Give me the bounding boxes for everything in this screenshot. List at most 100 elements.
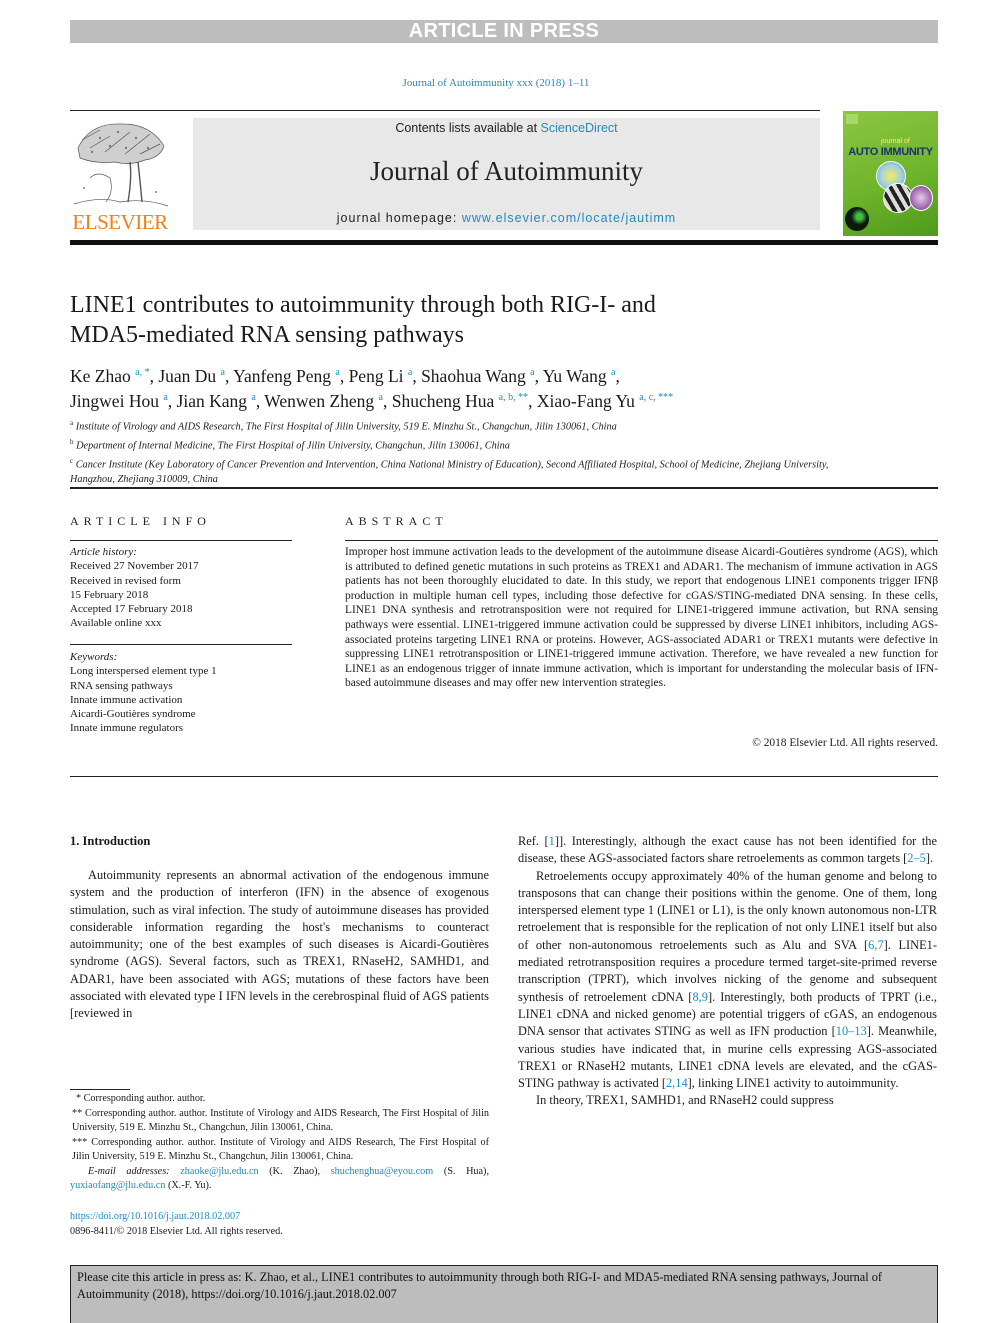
citation-link[interactable]: 2–5	[907, 851, 926, 865]
sciencedirect-link[interactable]: ScienceDirect	[541, 121, 618, 135]
header-top-rule	[70, 110, 820, 111]
cover-title: AUTO IMMUNITY	[848, 146, 933, 158]
history-label: Article history:	[70, 546, 137, 558]
citation-link[interactable]: 6,7	[868, 938, 884, 952]
author-line-2: Jingwei Hou a, Jian Kang a, Wenwen Zheng…	[70, 390, 674, 411]
cover-elsevier-mark	[846, 114, 858, 124]
email-label: E-mail addresses:	[88, 1165, 170, 1177]
affiliation-item: c Cancer Institute (Key Laboratory of Ca…	[70, 454, 830, 488]
footnote-rule	[70, 1089, 130, 1090]
journal-name: Journal of Autoimmunity	[370, 156, 643, 186]
author-name[interactable]: Wenwen Zheng	[264, 391, 374, 411]
keyword-item: Aicardi-Goutières syndrome	[70, 708, 196, 721]
text-run: ], linking LINE1 activity to autoimmunit…	[687, 1076, 899, 1091]
intro-paragraph-1: Autoimmunity represents an abnormal acti…	[70, 868, 489, 1021]
author-name[interactable]: Shaohua Wang	[421, 366, 526, 386]
citation-box: Please cite this article in press as: K.…	[70, 1265, 938, 1323]
elsevier-tree-icon	[70, 118, 170, 210]
text-run: ].	[925, 851, 934, 866]
journal-cover-image: journal of AUTO IMMUNITY	[843, 111, 938, 236]
abstract-bottom-rule	[70, 776, 938, 777]
author-name[interactable]: Yanfeng Peng	[233, 366, 331, 386]
history-item: Received in revised form	[70, 574, 181, 587]
cover-micrograph-4	[845, 207, 869, 231]
contents-available-line: Contents lists available at ScienceDirec…	[193, 121, 820, 135]
author-name[interactable]: Juan Du	[158, 366, 216, 386]
history-item: Accepted 17 February 2018	[70, 603, 193, 616]
keyword-item: Innate immune regulators	[70, 722, 184, 735]
history-item: 15 February 2018	[70, 588, 149, 601]
author-name[interactable]: Jian Kang	[177, 391, 247, 411]
email-link[interactable]: yuxiaofang@jlu.edu.cn	[70, 1180, 165, 1191]
footnote-emails: E-mail addresses: zhaoke@jlu.edu.cn (K. …	[70, 1165, 489, 1194]
author-affil-sup[interactable]: a, *	[135, 367, 149, 378]
cover-micrograph-3	[909, 185, 933, 211]
author-name[interactable]: Yu Wang	[543, 366, 607, 386]
author-name[interactable]: Xiao-Fang Yu	[537, 391, 635, 411]
text-run: Ref. [	[518, 834, 549, 848]
abstract-text: Improper host immune activation leads to…	[345, 546, 938, 690]
abstract-copyright: © 2018 Elsevier Ltd. All rights reserved…	[752, 737, 938, 749]
author-name[interactable]: Jingwei Hou	[70, 391, 159, 411]
history-item: Available online xxx	[70, 617, 162, 630]
journal-header-box: Contents lists available at ScienceDirec…	[193, 118, 820, 230]
homepage-link[interactable]: www.elsevier.com/locate/jautimm	[462, 211, 676, 225]
author-affil-sup[interactable]: a, c, ***	[639, 392, 673, 403]
citation-link[interactable]: 2,14	[666, 1076, 688, 1090]
author-name[interactable]: Ke Zhao	[70, 366, 131, 386]
abstract-heading: ABSTRACT	[345, 514, 448, 528]
author-line-1: Ke Zhao a, *, Juan Du a, Yanfeng Peng a,…	[70, 365, 620, 386]
homepage-prefix: journal homepage:	[336, 211, 462, 225]
footnotes: * Corresponding author. author. ** Corre…	[70, 1092, 489, 1194]
doi-link[interactable]: https://doi.org/10.1016/j.jaut.2018.02.0…	[70, 1211, 240, 1222]
article-in-press-banner: ARTICLE IN PRESS	[70, 20, 938, 43]
keyword-item: RNA sensing pathways	[70, 679, 173, 692]
intro-paragraph-1-continued: Ref. [1]]. Interestingly, although the e…	[518, 833, 937, 868]
author-list: Ke Zhao a, *, Juan Du a, Yanfeng Peng a,…	[70, 362, 850, 412]
footnote-corresponding-3: *** Corresponding author. author. Instit…	[72, 1136, 489, 1163]
author-affil-sup[interactable]: a	[379, 392, 383, 403]
author-affil-sup[interactable]: a	[335, 367, 339, 378]
affiliation-text: Institute of Virology and AIDS Research,…	[75, 421, 617, 433]
elsevier-logo: ELSEVIER	[70, 118, 170, 236]
author-affil-sup[interactable]: a	[408, 367, 412, 378]
author-affil-sup[interactable]: a, b, **	[499, 392, 528, 403]
affiliation-key: a	[70, 419, 74, 427]
cover-journal-of: journal of	[881, 138, 910, 145]
affiliations: a Institute of Virology and AIDS Researc…	[70, 416, 830, 488]
intro-paragraph-3: In theory, TREX1, SAMHD1, and RNaseH2 co…	[536, 1093, 834, 1108]
keyword-item: Long interspersed element type 1	[70, 665, 217, 678]
issn-copyright: 0896-8411/© 2018 Elsevier Ltd. All right…	[70, 1226, 283, 1237]
keywords-label: Keywords:	[70, 651, 118, 663]
author-affil-sup[interactable]: a	[611, 367, 615, 378]
journal-homepage-line: journal homepage: www.elsevier.com/locat…	[193, 211, 820, 225]
article-info-heading: ARTICLE INFO	[70, 514, 211, 528]
affiliation-item: b Department of Internal Medicine, The F…	[70, 435, 830, 454]
affiliation-rule	[70, 487, 938, 489]
title-line-1: LINE1 contributes to autoimmunity throug…	[70, 292, 656, 318]
email-link[interactable]: zhaoke@jlu.edu.cn	[180, 1166, 258, 1177]
abstract-rule	[345, 540, 938, 541]
affiliation-text: Department of Internal Medicine, The Fir…	[76, 440, 510, 452]
keywords: Keywords: Long interspersed element type…	[70, 650, 300, 736]
citation-link[interactable]: 10–13	[836, 1024, 867, 1038]
author-name[interactable]: Shucheng Hua	[392, 391, 495, 411]
body-column-left: Autoimmunity represents an abnormal acti…	[70, 867, 489, 1023]
keywords-rule	[70, 644, 292, 645]
author-affil-sup[interactable]: a	[221, 367, 225, 378]
email-link[interactable]: shuchenghua@eyou.com	[331, 1166, 433, 1177]
contents-prefix: Contents lists available at	[395, 121, 541, 135]
journal-reference-link[interactable]: Journal of Autoimmunity xxx (2018) 1–11	[0, 77, 992, 89]
affiliation-item: a Institute of Virology and AIDS Researc…	[70, 416, 830, 435]
citation-link[interactable]: 8,9	[692, 990, 708, 1004]
email-owner: (S. Hua),	[433, 1165, 489, 1177]
author-name[interactable]: Peng Li	[349, 366, 404, 386]
author-affil-sup[interactable]: a	[530, 367, 534, 378]
author-affil-sup[interactable]: a	[251, 392, 255, 403]
body-column-right: Ref. [1]]. Interestingly, although the e…	[518, 833, 937, 1110]
keyword-item: Innate immune activation	[70, 693, 183, 706]
text-run: ]]. Interestingly, although the exact ca…	[518, 834, 937, 866]
footnote-corresponding-1: * Corresponding author. author.	[76, 1093, 206, 1104]
author-affil-sup[interactable]: a	[163, 392, 167, 403]
article-info-rule	[70, 540, 292, 541]
